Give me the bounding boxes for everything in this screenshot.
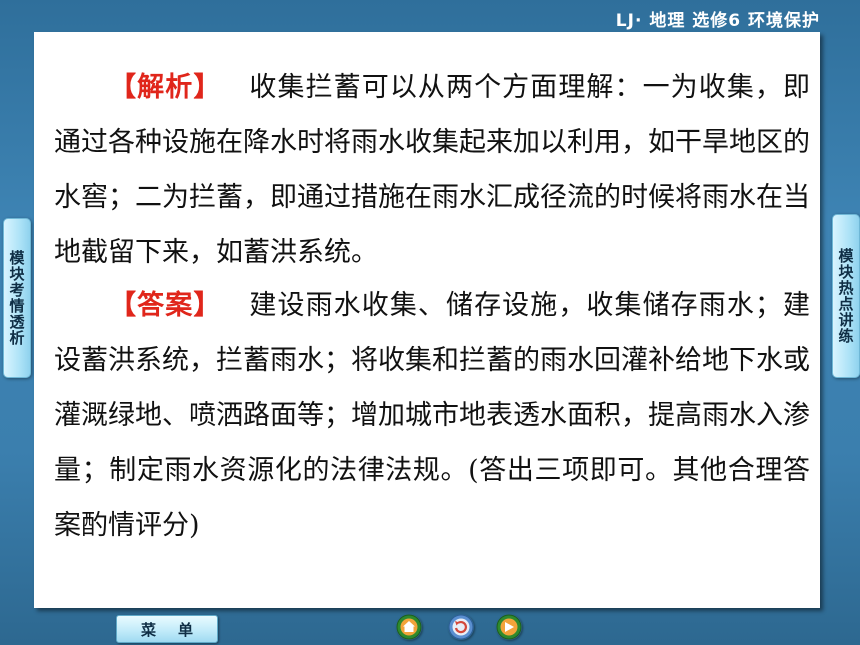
header-title: LJ· 地理 选修6 环境保护 <box>615 11 820 31</box>
answer-text: 建设雨水收集、储存设施，收集储存雨水；建设蓄洪系统，拦蓄雨水；将收集和拦蓄的雨水… <box>54 290 811 541</box>
home-icon[interactable] <box>396 614 422 640</box>
menu-button[interactable]: 菜单 <box>116 615 218 643</box>
right-tab-module-practice[interactable]: 模块热点讲练 <box>832 214 860 378</box>
content-card: 【解析】 收集拦蓄可以从两个方面理解：一为收集，即通过各种设施在降水时将雨水收集起… <box>34 32 820 608</box>
right-tab-label: 模块热点讲练 <box>836 248 855 344</box>
left-tab-label: 模块考情透析 <box>7 250 26 346</box>
left-tab-module-analysis[interactable]: 模块考情透析 <box>3 218 31 378</box>
analysis-paragraph: 【解析】 收集拦蓄可以从两个方面理解：一为收集，即通过各种设施在降水时将雨水收集起… <box>54 60 810 280</box>
answer-tag: 【答案】 <box>108 290 222 321</box>
answer-paragraph: 【答案】 建设雨水收集、储存设施，收集储存雨水；建设蓄洪系统，拦蓄雨水；将收集和拦… <box>54 278 810 553</box>
refresh-icon[interactable] <box>448 614 474 640</box>
forward-icon[interactable] <box>496 614 522 640</box>
analysis-tag: 【解析】 <box>108 72 222 103</box>
